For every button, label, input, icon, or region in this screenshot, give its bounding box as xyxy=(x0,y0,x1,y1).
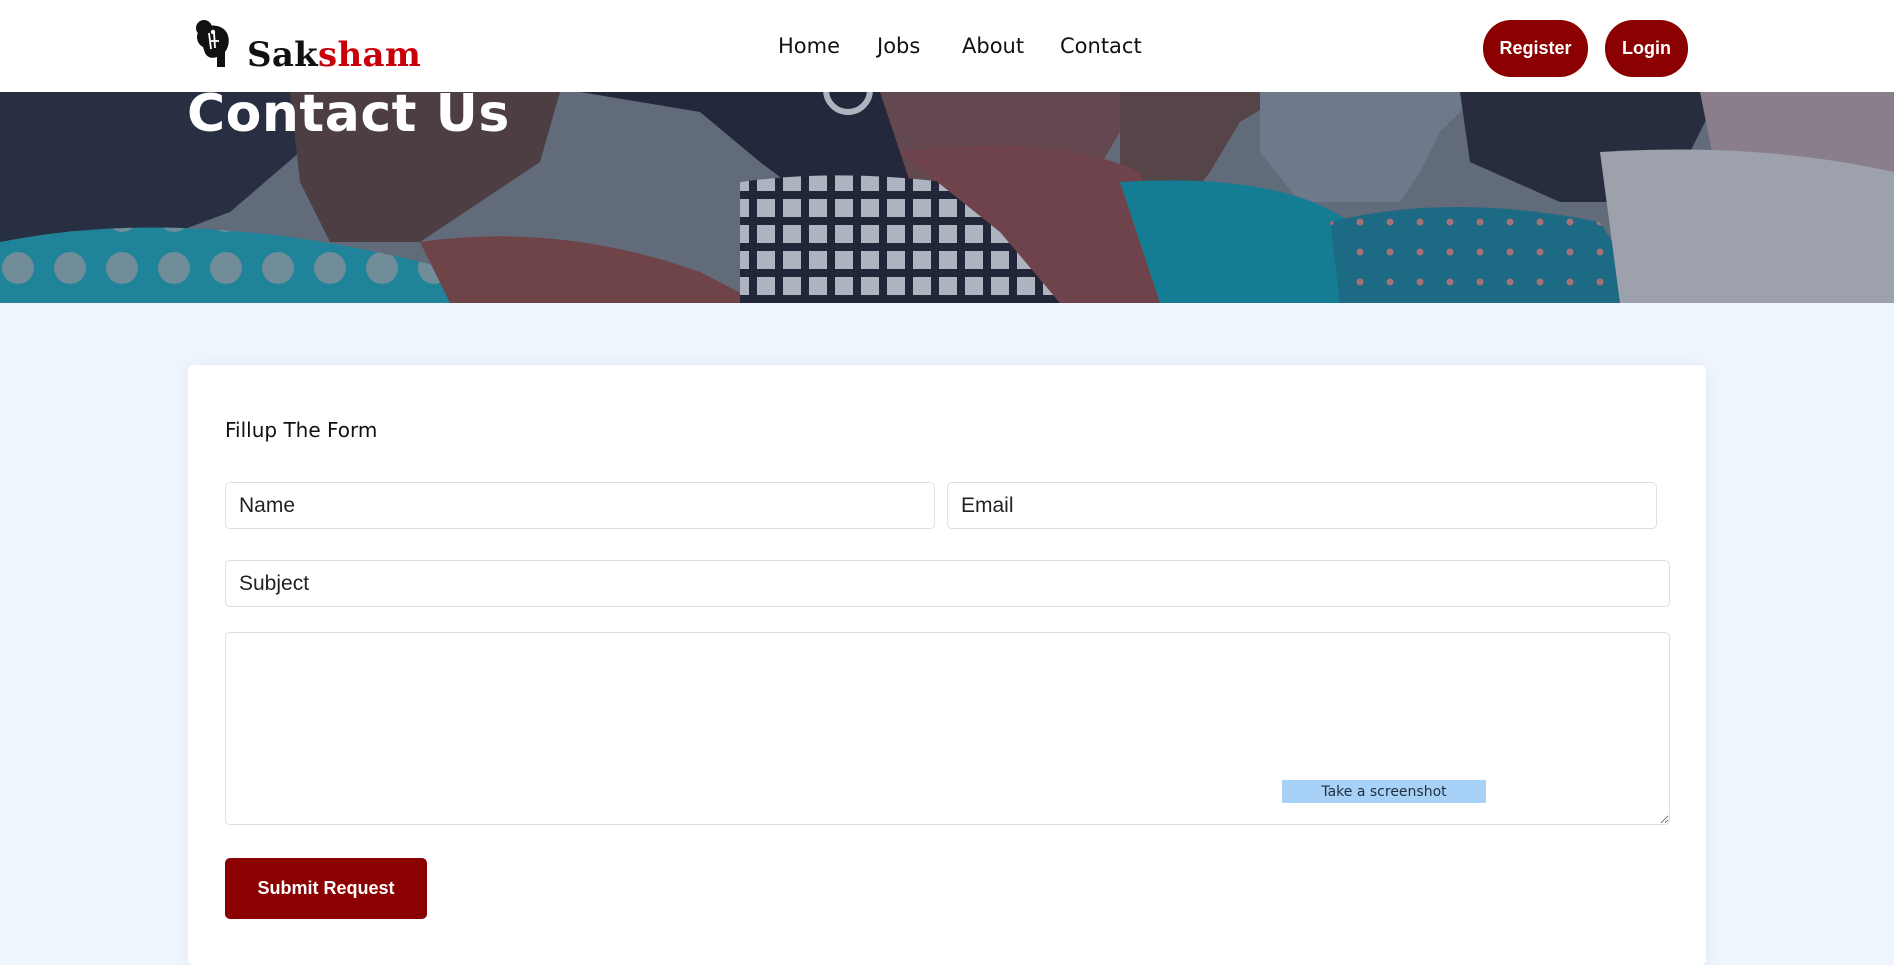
contact-form-card: Fillup The Form Submit Request xyxy=(188,365,1706,965)
submit-request-button[interactable]: Submit Request xyxy=(225,858,427,919)
nav-link-about[interactable]: About xyxy=(962,34,1024,58)
nav-link-home[interactable]: Home xyxy=(778,34,840,58)
login-button[interactable]: Login xyxy=(1605,20,1688,77)
register-button[interactable]: Register xyxy=(1483,20,1588,77)
subject-field[interactable] xyxy=(225,560,1670,607)
screenshot-tooltip: Take a screenshot xyxy=(1282,780,1486,803)
brand-name: Saksham xyxy=(247,35,421,75)
email-field[interactable] xyxy=(947,482,1657,529)
hero-banner: Contact Us xyxy=(0,92,1894,303)
form-heading: Fillup The Form xyxy=(225,418,378,442)
name-field[interactable] xyxy=(225,482,935,529)
site-header: Saksham Home Jobs About Contact Register… xyxy=(0,0,1894,92)
nav-link-jobs[interactable]: Jobs xyxy=(877,34,920,58)
brand-name-part-1: Sak xyxy=(247,35,319,75)
page-title: Contact Us xyxy=(187,92,510,144)
nav-link-contact[interactable]: Contact xyxy=(1060,34,1142,58)
brand-name-part-2: sham xyxy=(318,35,422,75)
brand-logo[interactable]: Saksham xyxy=(187,19,421,75)
logo-emblem-icon xyxy=(196,20,229,67)
